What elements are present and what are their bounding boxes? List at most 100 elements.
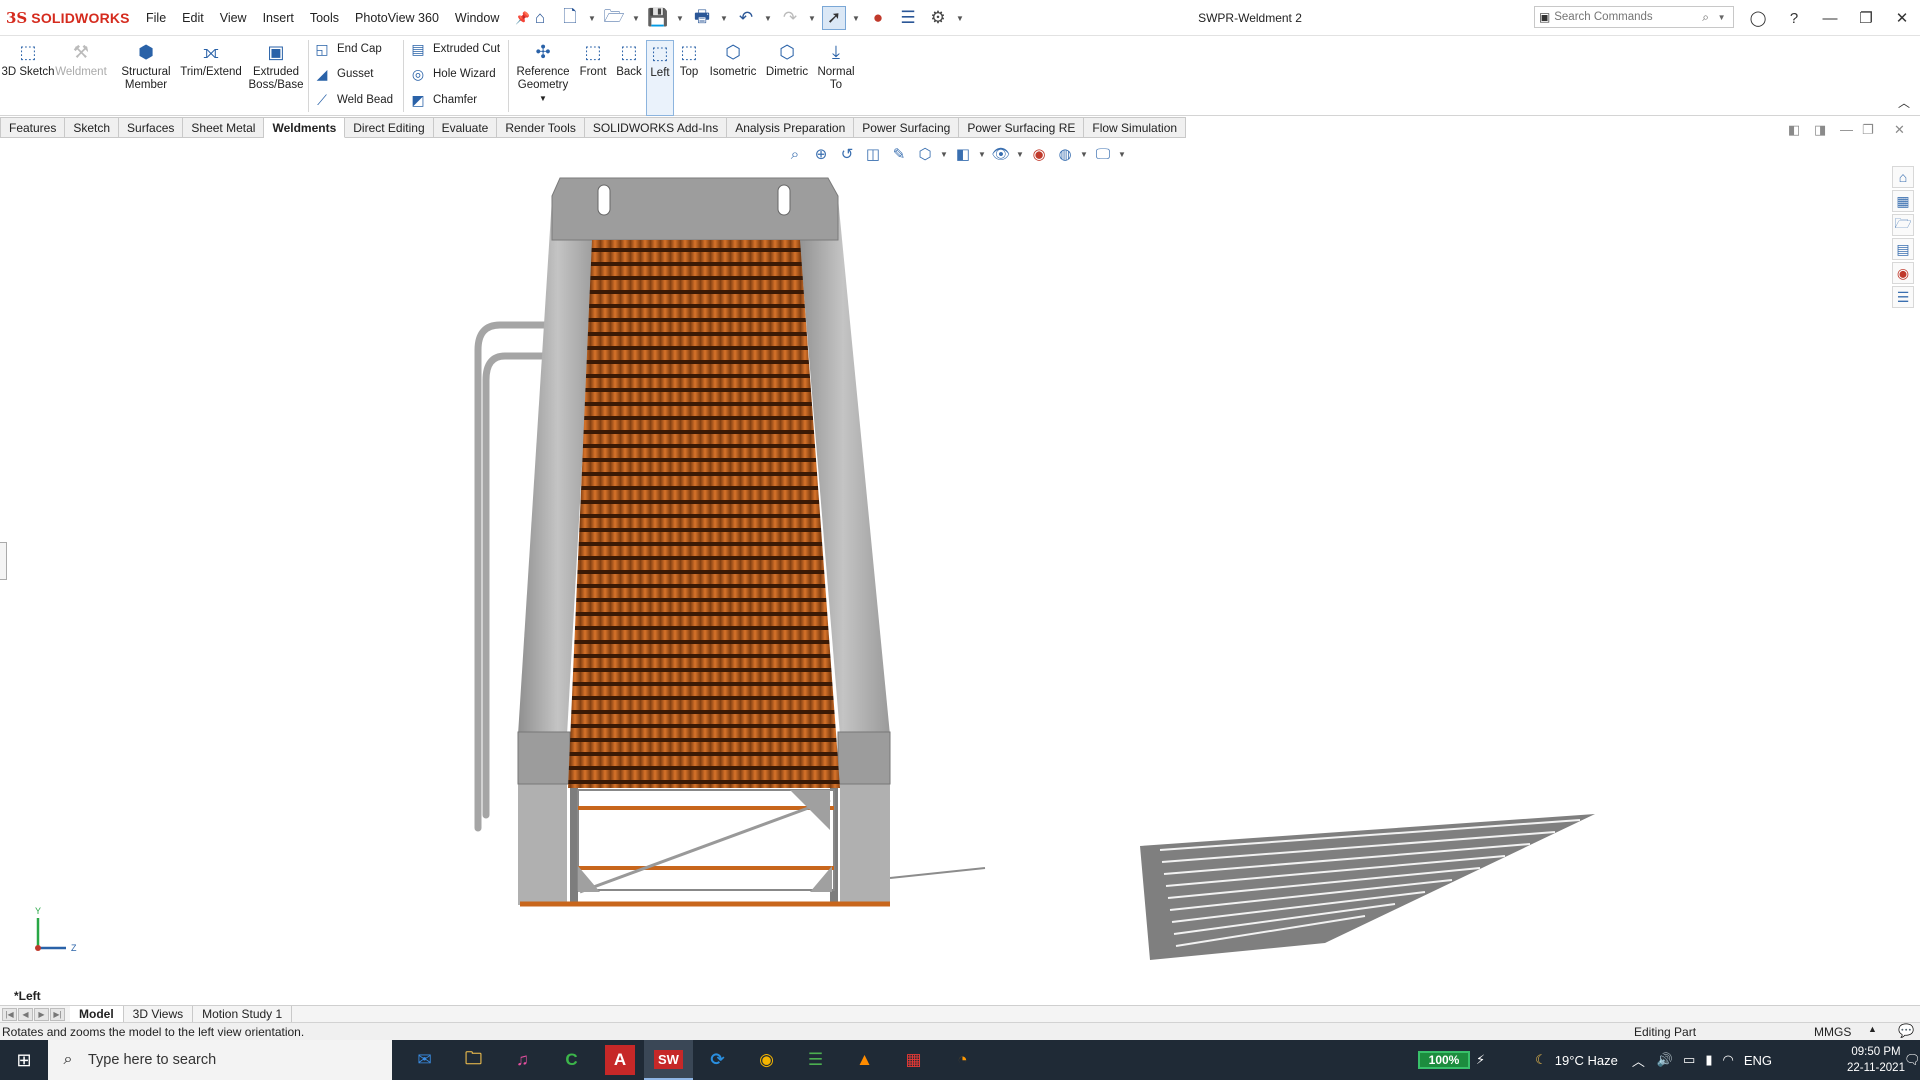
left-view-button[interactable]: ⬚ Left [646, 40, 674, 116]
file-properties-icon[interactable]: ☰ [896, 6, 920, 30]
tile-right-icon[interactable]: ◨ [1814, 122, 1826, 138]
display-icon[interactable]: ▭ [1683, 1052, 1695, 1068]
tab-analysis-preparation[interactable]: Analysis Preparation [727, 117, 855, 138]
tab-evaluate[interactable]: Evaluate [433, 117, 498, 138]
custom-properties-icon[interactable]: ☰ [1892, 286, 1914, 308]
tray-overflow-icon[interactable]: ︿ [1632, 1051, 1645, 1070]
menu-file[interactable]: File [138, 11, 174, 25]
language-indicator[interactable]: ENG [1744, 1053, 1772, 1068]
view-settings-icon[interactable]: 🖵 [1092, 146, 1114, 163]
menu-tools[interactable]: Tools [302, 11, 347, 25]
minimize-icon[interactable]: — [1812, 10, 1848, 27]
tab-sheet-metal[interactable]: Sheet Metal [183, 117, 265, 138]
front-view-button[interactable]: ⬚ Front [576, 40, 610, 114]
calendar-app-icon[interactable]: ▦ [889, 1040, 938, 1080]
zoom-to-area-icon[interactable]: ⊕ [810, 145, 832, 163]
hide-show-items-icon[interactable]: 👁 [990, 145, 1012, 163]
new-dropdown-icon[interactable]: ▼ [588, 14, 596, 23]
weld-bead-button[interactable]: ⟋ Weld Bead [312, 89, 393, 111]
camtasia-app-icon[interactable]: C [547, 1040, 596, 1080]
display-style-icon[interactable]: ◧ [952, 145, 974, 163]
extruded-cut-button[interactable]: ▤ Extruded Cut [408, 38, 500, 60]
undo-dropdown-icon[interactable]: ▼ [764, 14, 772, 23]
print-dropdown-icon[interactable]: ▼ [720, 14, 728, 23]
previous-view-icon[interactable]: ↺ [836, 145, 858, 163]
file-explorer-icon[interactable]: 🗁 [1892, 214, 1914, 236]
solidworks-logo[interactable]: 3S SOLIDWORKS [6, 7, 130, 29]
help-icon[interactable]: ? [1776, 10, 1812, 27]
unit-system[interactable]: MMGS [1814, 1025, 1851, 1039]
edit-appearance-icon[interactable]: ◉ [1028, 145, 1050, 163]
teamviewer-app-icon[interactable]: ⟳ [693, 1040, 742, 1080]
traffic-light-icon[interactable]: ● [866, 6, 890, 30]
3d-sketch-button[interactable]: ⬚ 3D Sketch [0, 40, 56, 114]
redo-dropdown-icon[interactable]: ▼ [808, 14, 816, 23]
open-dropdown-icon[interactable]: ▼ [632, 14, 640, 23]
file-explorer-app-icon[interactable]: 🗀 [449, 1040, 498, 1080]
open-folder-icon[interactable]: 🗁 [602, 6, 626, 30]
solidworks-resources-icon[interactable]: ⌂ [1892, 166, 1914, 188]
restore-icon[interactable]: ❐ [1848, 9, 1884, 27]
wifi-icon[interactable]: ◠ [1722, 1052, 1733, 1068]
autocad-app-icon[interactable]: A [605, 1045, 635, 1075]
new-document-icon[interactable]: 🗋 [558, 6, 582, 30]
chrome-app-icon[interactable]: ◉ [742, 1040, 791, 1080]
weldment-button[interactable]: ⚒ Weldment [52, 40, 110, 114]
undo-icon[interactable]: ↶ [734, 6, 758, 30]
menu-edit[interactable]: Edit [174, 11, 212, 25]
view-orientation-dropdown-icon[interactable]: ▼ [940, 150, 948, 159]
tab-weldments[interactable]: Weldments [264, 117, 346, 138]
close-icon[interactable]: ✕ [1884, 9, 1920, 27]
isometric-view-button[interactable]: ⬡ Isometric [704, 40, 762, 114]
taskbar-search[interactable]: ⌕ Type here to search [48, 1040, 392, 1080]
save-dropdown-icon[interactable]: ▼ [676, 14, 684, 23]
normal-to-button[interactable]: ⤓ Normal To [814, 40, 858, 114]
tab-flow-simulation[interactable]: Flow Simulation [1084, 117, 1187, 138]
feature-manager-flyout-handle[interactable] [0, 542, 7, 580]
tile-left-icon[interactable]: ◧ [1788, 122, 1800, 138]
structural-member-button[interactable]: ⬢ Structural Member [116, 40, 176, 114]
design-library-icon[interactable]: ▦ [1892, 190, 1914, 212]
unit-system-dropdown-icon[interactable]: ▲ [1868, 1024, 1877, 1034]
weather-icon[interactable]: ☾ [1535, 1052, 1547, 1068]
clock[interactable]: 09:50 PM 22-11-2021 [1846, 1044, 1906, 1076]
top-view-button[interactable]: ⬚ Top [676, 40, 702, 114]
back-view-button[interactable]: ⬚ Back [612, 40, 646, 114]
menu-window[interactable]: Window [447, 11, 507, 25]
hide-show-dropdown-icon[interactable]: ▼ [1016, 150, 1024, 159]
search-input[interactable] [1554, 11, 1703, 23]
redo-icon[interactable]: ↷ [778, 6, 802, 30]
dimetric-view-button[interactable]: ⬡ Dimetric [762, 40, 812, 114]
hole-wizard-button[interactable]: ◎ Hole Wizard [408, 63, 496, 85]
view-settings-dropdown-icon[interactable]: ▼ [1118, 150, 1126, 159]
volume-icon[interactable]: 🔊 [1657, 1052, 1673, 1068]
tab-direct-editing[interactable]: Direct Editing [345, 117, 434, 138]
display-style-dropdown-icon[interactable]: ▼ [978, 150, 986, 159]
mail-app-icon[interactable]: ✉ [400, 1040, 449, 1080]
view-palette-icon[interactable]: ▤ [1892, 238, 1914, 260]
power-plug-icon[interactable]: ⚡ [1476, 1052, 1485, 1068]
appearances-icon[interactable]: ◉ [1892, 262, 1914, 284]
viewport-minimize-icon[interactable]: — [1840, 122, 1853, 137]
account-icon[interactable]: ◯ [1740, 9, 1776, 27]
weather-text[interactable]: 19°C Haze [1555, 1053, 1618, 1068]
menu-view[interactable]: View [212, 11, 255, 25]
home-icon[interactable]: ⌂ [528, 6, 552, 30]
windows-start-icon[interactable]: ⊞ [0, 1040, 48, 1080]
section-view-icon[interactable]: ◫ [862, 145, 884, 163]
chamfer-button[interactable]: ◩ Chamfer [408, 89, 477, 111]
stack-app-icon[interactable]: ☰ [791, 1040, 840, 1080]
search-dropdown-icon[interactable]: ▼ [1718, 13, 1733, 22]
tab-render-tools[interactable]: Render Tools [497, 117, 585, 138]
save-icon[interactable]: 💾 [646, 6, 670, 30]
tab-solidworks-addins[interactable]: SOLIDWORKS Add-Ins [584, 117, 728, 138]
dynamic-annotation-icon[interactable]: ✎ [888, 145, 910, 163]
trim-extend-button[interactable]: ⟗ Trim/Extend [178, 40, 244, 114]
print-icon[interactable]: 🖶 [690, 6, 714, 30]
next-tab-icon[interactable]: ▶ [34, 1008, 49, 1021]
tab-power-surfacing[interactable]: Power Surfacing [854, 117, 960, 138]
tab-features[interactable]: Features [0, 117, 66, 138]
collapse-ribbon-icon[interactable]: ︿ [1898, 94, 1910, 111]
menu-insert[interactable]: Insert [255, 11, 302, 25]
notifications-icon[interactable]: 🗨 [1904, 1052, 1920, 1068]
